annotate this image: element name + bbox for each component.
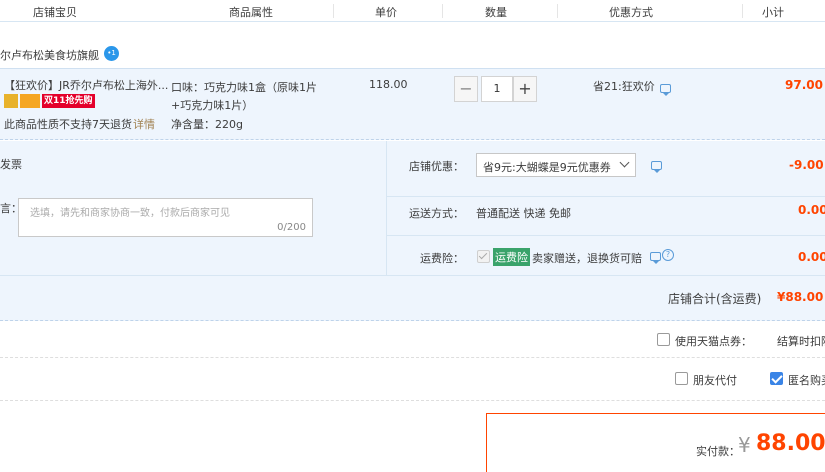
notice-detail-link[interactable]: 详情 xyxy=(133,116,155,132)
quantity-input[interactable]: 1 xyxy=(481,76,513,102)
item-title[interactable]: 【狂欢价】JR乔尔卢布松上海外... xyxy=(4,77,168,93)
col-discount: 优惠方式 xyxy=(609,6,653,19)
help-icon[interactable]: ? xyxy=(662,249,674,261)
friend-pay-checkbox[interactable] xyxy=(675,372,688,385)
insurance-checkbox xyxy=(477,250,490,263)
shop-name[interactable]: 尔卢布松美食坊旗舰 xyxy=(0,47,99,63)
points-checkbox[interactable] xyxy=(657,333,670,346)
promo-tag: 双11抢先购 xyxy=(42,94,95,108)
shop-discount-label: 店铺优惠： xyxy=(409,160,464,173)
attr-flavor-cont: +巧克力味1片） xyxy=(171,99,254,112)
shop-discount-amount: -9.00 xyxy=(789,158,824,172)
quantity-decrease-button[interactable]: − xyxy=(454,76,478,102)
payment-amount: 88.00 xyxy=(756,431,825,456)
column-header: 店铺宝贝 商品属性 单价 数量 优惠方式 小计 xyxy=(0,0,825,22)
insurance-amount: 0.00 xyxy=(798,250,825,264)
shipping-value: 普通配送 快递 免邮 xyxy=(476,207,571,220)
quantity-increase-button[interactable]: + xyxy=(513,76,537,102)
shop-coupon-value: 省9元:大蝴蝶是9元优惠券 xyxy=(483,161,611,174)
col-attributes: 商品属性 xyxy=(229,6,273,19)
col-quantity: 数量 xyxy=(485,6,507,19)
attr-flavor: 口味：巧克力味1盒（原味1片 xyxy=(171,81,317,94)
payment-label: 实付款： xyxy=(696,445,740,458)
item-discount: 省21:狂欢价 xyxy=(593,80,655,93)
insurance-tag: 运费险 xyxy=(493,248,530,266)
message-counter: 0/200 xyxy=(277,222,306,233)
shop-coupon-select[interactable]: 省9元:大蝴蝶是9元优惠券 xyxy=(476,153,636,177)
insurance-label: 运费险： xyxy=(420,252,464,265)
message-placeholder: 选填，请先和商家协商一致，付款后商家可见 xyxy=(30,208,230,219)
chevron-down-icon xyxy=(619,157,630,168)
payment-currency: ¥ xyxy=(738,433,751,457)
shipping-amount: 0.00 xyxy=(798,203,825,217)
unit-price: 118.00 xyxy=(369,78,408,91)
anonymous-checkbox[interactable] xyxy=(770,372,783,385)
friend-pay-label: 朋友代付 xyxy=(693,374,737,387)
coupon-info-icon[interactable] xyxy=(651,161,662,173)
points-label: 使用天猫点券： xyxy=(675,335,752,348)
attr-weight: 净含量：220g xyxy=(171,118,243,131)
message-textarea[interactable]: 选填，请先和商家协商一致，付款后商家可见 0/200 xyxy=(18,198,313,237)
points-note: 结算时扣除 xyxy=(777,335,825,348)
col-price: 单价 xyxy=(375,6,397,19)
item-tags: 双11抢先购 xyxy=(4,94,95,108)
tmall-badge-icon xyxy=(4,94,18,108)
shop-total-value: ¥88.00 xyxy=(777,290,824,304)
shipping-label: 运送方式： xyxy=(409,207,464,220)
anonymous-label: 匿名购买 xyxy=(788,374,825,387)
col-shop-items: 店铺宝贝 xyxy=(33,6,77,19)
card-badge-icon xyxy=(20,94,40,108)
invoice-label[interactable]: 发票 xyxy=(0,156,22,172)
shop-total-label: 店铺合计(含运费) xyxy=(668,292,762,306)
item-subtotal: 97.00 xyxy=(785,78,823,92)
return-notice: 此商品性质不支持7天退货 xyxy=(4,118,132,131)
wangwang-icon[interactable]: •1 xyxy=(104,46,119,61)
discount-info-icon[interactable] xyxy=(660,84,671,96)
insurance-text: 卖家赠送，退换货可赔 xyxy=(532,252,642,265)
col-subtotal: 小计 xyxy=(762,6,784,19)
insurance-chat-icon[interactable] xyxy=(650,252,661,264)
